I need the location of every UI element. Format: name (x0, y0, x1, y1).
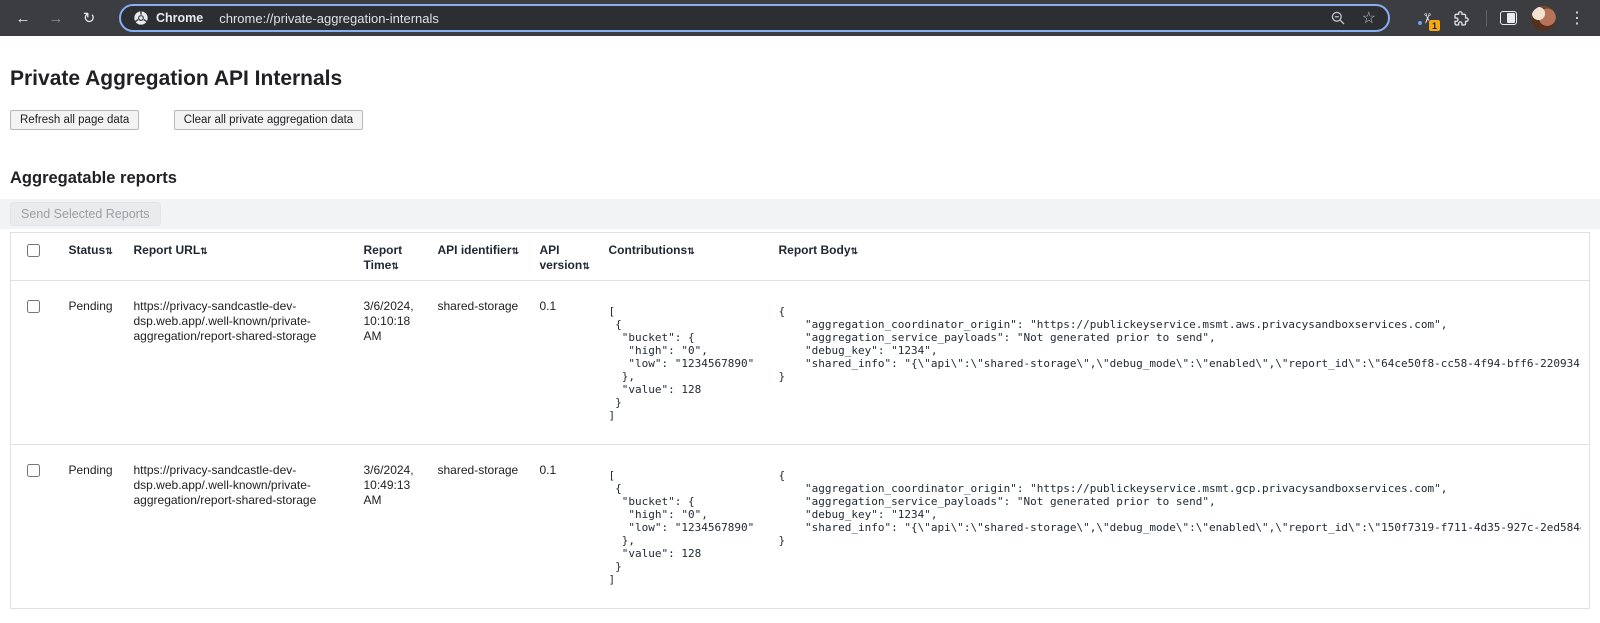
back-icon: ← (16, 10, 31, 27)
cell-status: Pending (61, 281, 126, 445)
sort-icon: ⇅ (512, 246, 520, 256)
sort-icon: ⇅ (687, 246, 695, 256)
header-contributions[interactable]: Contributions⇅ (601, 233, 771, 281)
cell-report-url: https://privacy-sandcastle-dev-dsp.web.a… (126, 281, 356, 445)
page-title: Private Aggregation API Internals (10, 66, 1600, 91)
table-row: Pending https://privacy-sandcastle-dev-d… (11, 281, 1590, 445)
header-status[interactable]: Status⇅ (61, 233, 126, 281)
header-report-url[interactable]: Report URL⇅ (126, 233, 356, 281)
sort-icon: ⇅ (391, 261, 399, 271)
bookmark-star-icon[interactable]: ☆ (1362, 8, 1376, 28)
scissors-blue-dot (1418, 21, 1422, 25)
sort-icon: ⇅ (851, 246, 859, 256)
sort-icon: ⇅ (200, 246, 208, 256)
forward-icon: → (49, 10, 64, 27)
sort-icon: ⇅ (105, 246, 113, 256)
reload-button[interactable]: ↻ (76, 5, 102, 31)
screenshot-extension-button[interactable]: ✂ 1 (1414, 5, 1440, 31)
page-actions: Refresh all page data Clear all private … (10, 110, 1600, 131)
url-text[interactable]: chrome://private-aggregation-internals (219, 11, 1313, 26)
row-checkbox[interactable] (27, 300, 40, 313)
sort-icon: ⇅ (582, 261, 590, 271)
toolbar-separator (1486, 10, 1487, 26)
report-body-json: { "aggregation_coordinator_origin": "htt… (779, 305, 1582, 383)
cell-contributions: [ { "bucket": { "high": "0", "low": "123… (601, 281, 771, 445)
header-report-body[interactable]: Report Body⇅ (771, 233, 1590, 281)
row-checkbox[interactable] (27, 464, 40, 477)
cell-report-time: 3/6/2024, 10:49:13 AM (356, 445, 430, 609)
section-title: Aggregatable reports (10, 168, 1600, 188)
contributions-json: [ { "bucket": { "high": "0", "low": "123… (609, 469, 763, 586)
header-api-identifier[interactable]: API identifier⇅ (430, 233, 532, 281)
url-bar[interactable]: Chrome chrome://private-aggregation-inte… (119, 4, 1390, 32)
report-body-json: { "aggregation_coordinator_origin": "htt… (779, 469, 1582, 547)
browser-menu-button[interactable]: ⋮ (1564, 5, 1590, 31)
browser-toolbar: ← → ↻ Chrome chrome://private-aggregatio… (0, 0, 1600, 36)
send-selected-reports-button[interactable]: Send Selected Reports (10, 202, 161, 226)
forward-button[interactable]: → (43, 5, 69, 31)
cell-api-version: 0.1 (532, 445, 601, 609)
toolbar-right-cluster: ✂ 1 ⋮ (1406, 5, 1590, 31)
header-api-version[interactable]: API version⇅ (532, 233, 601, 281)
select-all-checkbox[interactable] (27, 244, 40, 257)
chrome-page-chip: Chrome (133, 10, 203, 26)
cell-report-body: { "aggregation_coordinator_origin": "htt… (771, 281, 1590, 445)
side-panel-icon (1500, 11, 1517, 25)
reload-icon: ↻ (83, 9, 96, 27)
cell-report-url: https://privacy-sandcastle-dev-dsp.web.a… (126, 445, 356, 609)
side-panel-button[interactable] (1495, 5, 1521, 31)
chrome-logo-icon (133, 10, 149, 26)
cell-api-identifier: shared-storage (430, 445, 532, 609)
zoom-icon[interactable] (1330, 10, 1346, 26)
clear-all-button[interactable]: Clear all private aggregation data (174, 110, 363, 130)
refresh-all-button[interactable]: Refresh all page data (10, 110, 139, 130)
table-row: Pending https://privacy-sandcastle-dev-d… (11, 445, 1590, 609)
profile-avatar[interactable] (1531, 6, 1556, 31)
extension-badge: 1 (1428, 19, 1441, 32)
puzzle-icon (1452, 9, 1471, 28)
cell-report-time: 3/6/2024, 10:10:18 AM (356, 281, 430, 445)
contributions-json: [ { "bucket": { "high": "0", "low": "123… (609, 305, 763, 422)
cell-status: Pending (61, 445, 126, 609)
aggregatable-reports-table: Status⇅ Report URL⇅ Report Time⇅ API ide… (10, 232, 1590, 609)
chrome-chip-label: Chrome (156, 11, 203, 25)
back-button[interactable]: ← (10, 5, 36, 31)
cell-contributions: [ { "bucket": { "high": "0", "low": "123… (601, 445, 771, 609)
send-reports-toolbar: Send Selected Reports (0, 199, 1600, 229)
header-report-time[interactable]: Report Time⇅ (356, 233, 430, 281)
cell-api-version: 0.1 (532, 281, 601, 445)
three-dot-icon: ⋮ (1569, 8, 1585, 28)
table-header-row: Status⇅ Report URL⇅ Report Time⇅ API ide… (11, 233, 1590, 281)
cell-api-identifier: shared-storage (430, 281, 532, 445)
extensions-button[interactable] (1448, 5, 1474, 31)
cell-report-body: { "aggregation_coordinator_origin": "htt… (771, 445, 1590, 609)
